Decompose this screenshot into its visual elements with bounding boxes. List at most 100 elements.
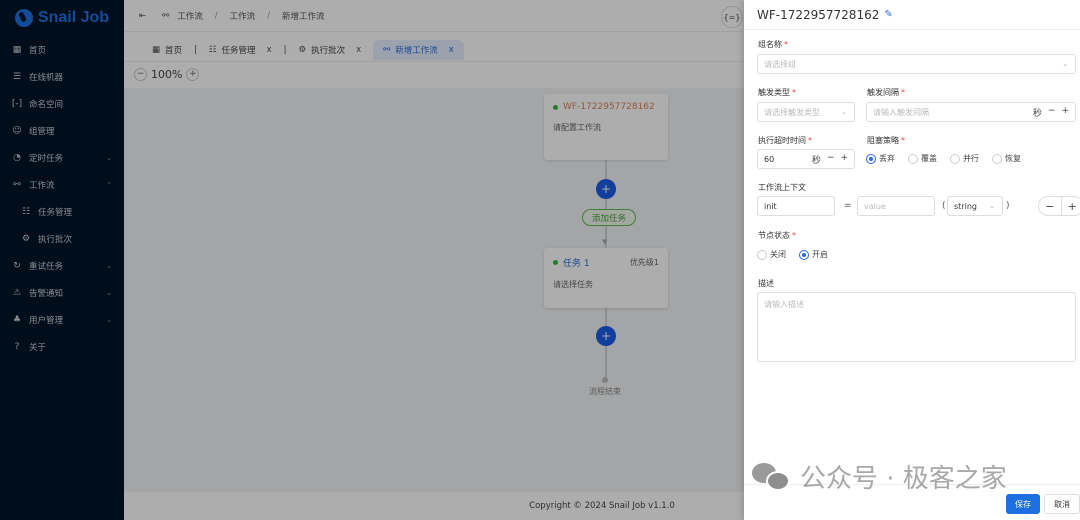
sidebar-item-retry[interactable]: ↻ 重试任务 ⌄ xyxy=(0,252,124,279)
wechat-icon xyxy=(752,462,792,491)
input-placeholder: value xyxy=(864,201,886,211)
user-icon: ♣ xyxy=(12,314,22,325)
sidebar-item-label: 告警通知 xyxy=(29,288,64,299)
timer-task-icon: ◔ xyxy=(13,152,21,163)
remove-row-button[interactable]: − xyxy=(1039,197,1062,215)
context-value-input[interactable]: value xyxy=(857,196,935,216)
radio-icon xyxy=(757,249,767,260)
add-node-button[interactable]: + xyxy=(596,179,616,199)
tab-new-workflow[interactable]: ⚯ 新增工作流 x xyxy=(373,39,464,60)
node-status-label: 节点状态 * xyxy=(758,231,796,240)
sidebar-item-group[interactable]: ☺ 组管理 xyxy=(0,117,124,144)
increment-button[interactable]: + xyxy=(1061,106,1069,119)
group-name-select[interactable]: 请选择组 ⌄ xyxy=(757,54,1076,74)
task-list-icon: ☷ xyxy=(21,206,31,217)
sidebar-item-batch[interactable]: ⚙ 执行批次 xyxy=(0,225,124,252)
chevron-down-icon: ⌄ xyxy=(106,315,112,324)
group-icon: ☺ xyxy=(12,125,22,136)
close-icon[interactable]: x xyxy=(267,45,272,55)
node-title: 任务 1 xyxy=(563,259,590,269)
dashboard-icon: ▦ xyxy=(152,44,161,55)
tab-label: 新增工作流 xyxy=(395,45,438,56)
alarm-icon: ⚠ xyxy=(12,287,22,298)
timeout-input[interactable]: 60 秒 − + xyxy=(757,149,855,169)
breadcrumb-item[interactable]: 工作流 xyxy=(230,10,256,22)
context-key-input[interactable]: init xyxy=(757,196,835,216)
close-icon[interactable]: x xyxy=(356,45,361,55)
edit-icon[interactable]: ✎ xyxy=(884,9,892,20)
add-node-button[interactable]: + xyxy=(596,326,616,346)
radio-parallel[interactable]: 并行 xyxy=(950,153,979,164)
sidebar-item-label: 用户管理 xyxy=(29,315,64,326)
sidebar-item-server[interactable]: ☰ 在线机器 xyxy=(0,63,124,90)
sidebar-item-label: 关于 xyxy=(29,342,47,353)
sidebar-item-user[interactable]: ♣ 用户管理 ⌄ xyxy=(0,306,124,333)
radio-on[interactable]: 开启 xyxy=(799,249,828,260)
sidebar-item-label: 工作流 xyxy=(29,180,55,191)
sidebar-item-label: 任务管理 xyxy=(38,207,73,218)
workflow-icon: ⚯ xyxy=(383,44,391,55)
sidebar-item-workflow[interactable]: ⚯ 工作流 ⌃ xyxy=(0,171,124,198)
zoom-out-button[interactable]: − xyxy=(134,67,147,81)
trigger-type-select[interactable]: 请选择触发类型 ⌄ xyxy=(757,102,855,122)
batch-icon: ⚙ xyxy=(298,44,307,55)
context-type-select[interactable]: string ⌄ xyxy=(947,196,1003,216)
chevron-down-icon: ⌄ xyxy=(106,261,112,270)
sidebar-item-dashboard[interactable]: ▦ 首页 xyxy=(0,36,124,63)
watermark-text: 公众号 · 极客之家 xyxy=(800,464,1007,494)
breadcrumb-separator: / xyxy=(214,10,218,21)
sidebar-item-label: 定时任务 xyxy=(29,153,64,164)
sidebar-item-label: 首页 xyxy=(29,45,47,56)
breadcrumb-item[interactable]: 工作流 xyxy=(177,10,203,22)
task-list-icon: ☷ xyxy=(208,44,217,55)
sidebar-item-alarm[interactable]: ⚠ 告警通知 ⌄ xyxy=(0,279,124,306)
menu-collapse-icon[interactable]: ⇤ xyxy=(139,11,146,21)
zoom-in-button[interactable]: + xyxy=(186,67,200,81)
cancel-button[interactable]: 取消 xyxy=(1044,494,1080,514)
radio-icon xyxy=(908,153,918,164)
dashboard-icon: ▦ xyxy=(12,44,22,55)
radio-discard[interactable]: 丢弃 xyxy=(866,153,895,164)
sidebar-item-help[interactable]: ? 关于 xyxy=(0,333,124,360)
save-button[interactable]: 保存 xyxy=(1006,494,1040,514)
radio-recover[interactable]: 恢复 xyxy=(992,153,1021,164)
add-task-button[interactable]: 添加任务 xyxy=(582,209,637,226)
sidebar-item-timer-task[interactable]: ◔ 定时任务 ⌄ xyxy=(0,144,124,171)
tab-divider: | xyxy=(283,44,287,55)
zoom-level: 100% xyxy=(151,67,183,81)
tab-label: 首页 xyxy=(165,45,183,56)
close-icon[interactable]: x xyxy=(449,45,454,55)
tab-batch[interactable]: ⚙ 执行批次 x xyxy=(292,40,367,60)
namespace-switch-button[interactable]: {=} xyxy=(721,6,743,28)
radio-off[interactable]: 关闭 xyxy=(757,249,786,260)
sidebar-item-task-list[interactable]: ☷ 任务管理 xyxy=(0,198,124,225)
trigger-interval-input[interactable]: 请输入触发间隔 秒 − + xyxy=(866,102,1076,122)
logo[interactable]: Snail Job xyxy=(0,0,124,36)
breadcrumb-separator: / xyxy=(267,10,271,21)
tab-task-management[interactable]: ☷ 任务管理 x xyxy=(203,40,278,60)
decrement-button[interactable]: − xyxy=(1048,106,1056,119)
select-placeholder: 请选择组 xyxy=(764,59,796,69)
increment-button[interactable]: + xyxy=(840,153,848,166)
workflow-start-node[interactable]: WF-1722957728162 请配置工作流 xyxy=(544,94,668,160)
watermark: 公众号 · 极客之家 xyxy=(752,458,1007,495)
chevron-down-icon: ⌄ xyxy=(989,202,995,210)
tab-home[interactable]: ▦ 首页 xyxy=(146,40,188,60)
description-textarea[interactable]: 请输入描述 xyxy=(757,292,1076,362)
node-desc: 请选择任务 xyxy=(553,280,593,289)
radio-overwrite[interactable]: 覆盖 xyxy=(908,153,937,164)
task-node[interactable]: 任务 1 优先级1 请选择任务 xyxy=(544,248,668,308)
add-row-button[interactable]: + xyxy=(1062,197,1080,215)
input-value: 60 xyxy=(764,154,775,164)
sidebar-item-namespace[interactable]: [-] 命名空间 xyxy=(0,90,124,117)
drawer-header: WF-1722957728162 ✎ xyxy=(744,0,1080,30)
sidebar: Snail Job ▦ 首页 ☰ 在线机器 [-] 命名空间 ☺ 组管理 ◔ 定时任务 ⌄ ⚯ 工作流 ⌃… xyxy=(0,0,124,520)
priority-label: 优先级1 xyxy=(629,258,659,267)
chevron-down-icon: ⌄ xyxy=(106,288,112,297)
logo-text: Snail Job xyxy=(37,9,110,26)
unit-label: 秒 xyxy=(811,155,821,166)
decrement-button[interactable]: − xyxy=(827,153,835,166)
breadcrumb-current: 新增工作流 xyxy=(282,11,325,22)
arrow-down-icon: ▼ xyxy=(602,238,608,246)
help-icon: ? xyxy=(14,341,20,352)
